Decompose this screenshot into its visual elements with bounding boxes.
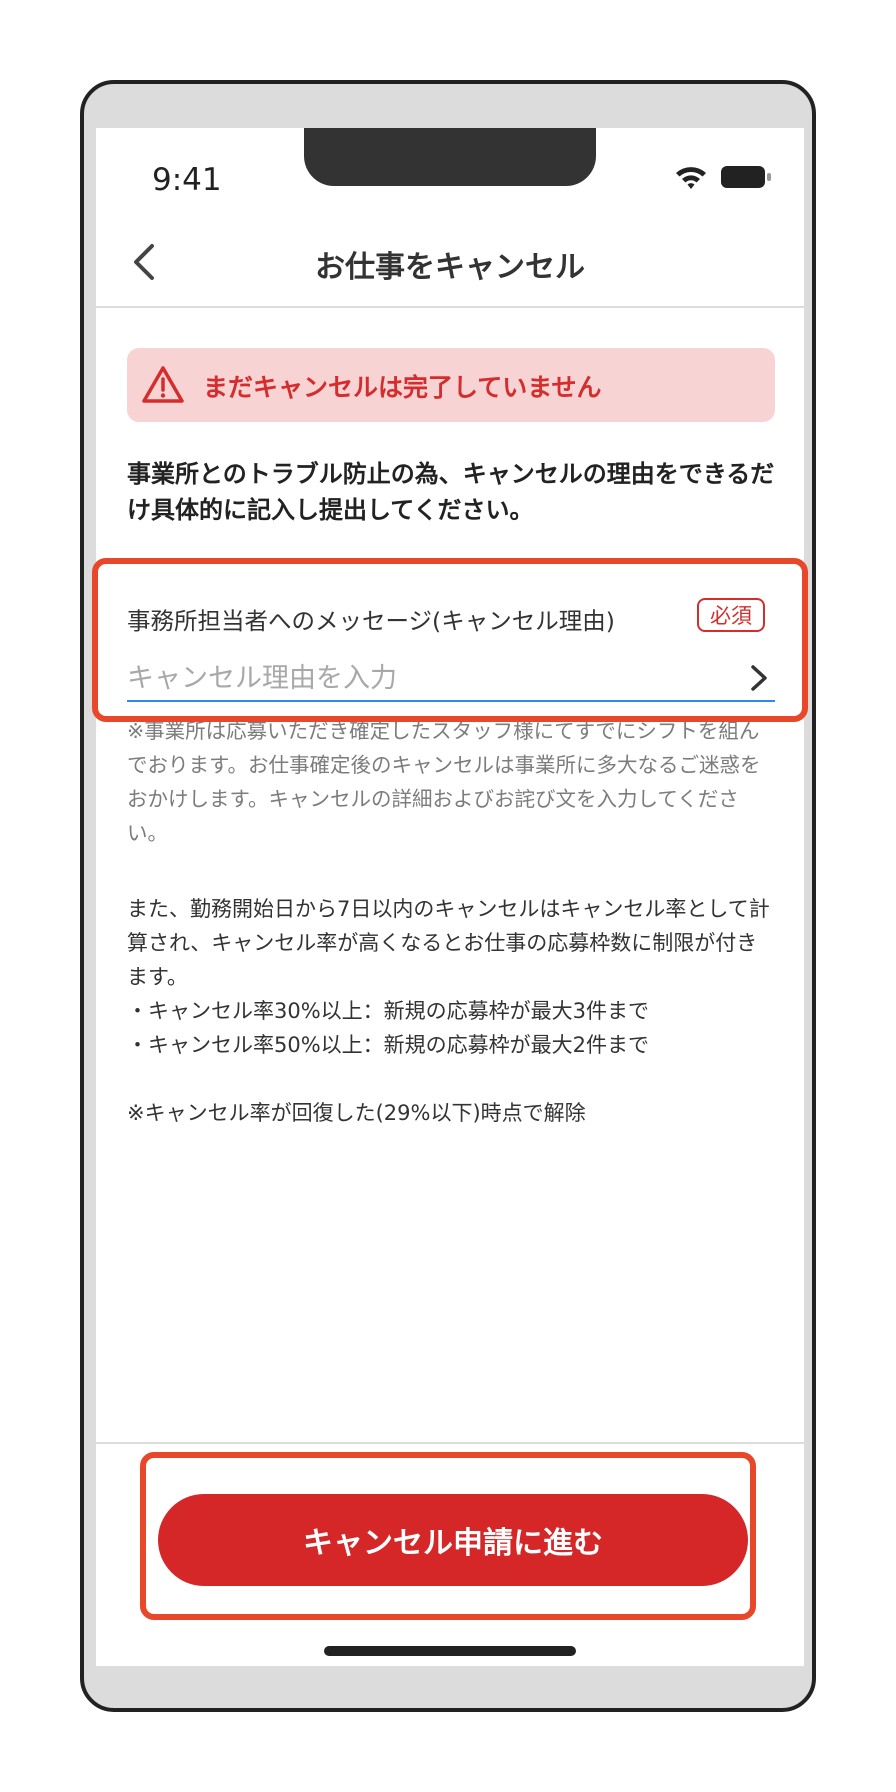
terms-spacer xyxy=(127,1062,777,1096)
cancel-reason-label: 事務所担当者へのメッセージ(キャンセル理由) xyxy=(127,607,615,635)
warning-triangle-icon xyxy=(142,366,184,403)
cancel-reason-field: 事務所担当者へのメッセージ(キャンセル理由) 必須 xyxy=(127,584,775,704)
cancellation-terms: また、勤務開始日から7日以内のキャンセルはキャンセル率として計算され、キャンセル… xyxy=(127,892,777,1130)
bottom-divider xyxy=(96,1442,804,1444)
terms-rule-30: ・キャンセル率30%以上：新規の応募枠が最大3件まで xyxy=(127,999,650,1023)
phone-frame: 9:41 お仕事をキャンセル まだキャンセルは完了していません 事業所とのトラブ… xyxy=(80,80,816,1712)
terms-rule-50: ・キャンセル率50%以上：新規の応募枠が最大2件まで xyxy=(127,1033,650,1057)
intro-text: 事業所とのトラブル防止の為、キャンセルの理由をできるだけ具体的に記入し提出してく… xyxy=(127,460,775,524)
submit-cancel-button[interactable]: キャンセル申請に進む xyxy=(158,1494,748,1586)
alert-text: まだキャンセルは完了していません xyxy=(203,373,602,402)
status-time: 9:41 xyxy=(152,162,222,198)
status-icons xyxy=(674,164,772,190)
required-badge: 必須 xyxy=(697,598,765,632)
terms-paragraph: また、勤務開始日から7日以内のキャンセルはキャンセル率として計算され、キャンセル… xyxy=(127,897,770,989)
page-title: お仕事をキャンセル xyxy=(315,250,585,285)
chevron-right-icon[interactable] xyxy=(741,660,775,696)
alert-banner: まだキャンセルは完了していません xyxy=(127,348,775,422)
terms-footnote: ※キャンセル率が回復した(29%以下)時点で解除 xyxy=(127,1101,586,1125)
battery-icon xyxy=(721,166,771,188)
nav-bar: お仕事をキャンセル xyxy=(96,218,804,308)
cancel-reason-input[interactable] xyxy=(127,656,775,702)
home-indicator xyxy=(324,1646,576,1656)
device-notch xyxy=(304,128,596,186)
app-screen: 9:41 お仕事をキャンセル まだキャンセルは完了していません 事業所とのトラブ… xyxy=(96,128,804,1666)
cancellation-note: ※事業所は応募いただき確定したスタッフ様にてすでにシフトを組んでおります。お仕事… xyxy=(127,719,761,845)
wifi-icon xyxy=(676,167,706,189)
